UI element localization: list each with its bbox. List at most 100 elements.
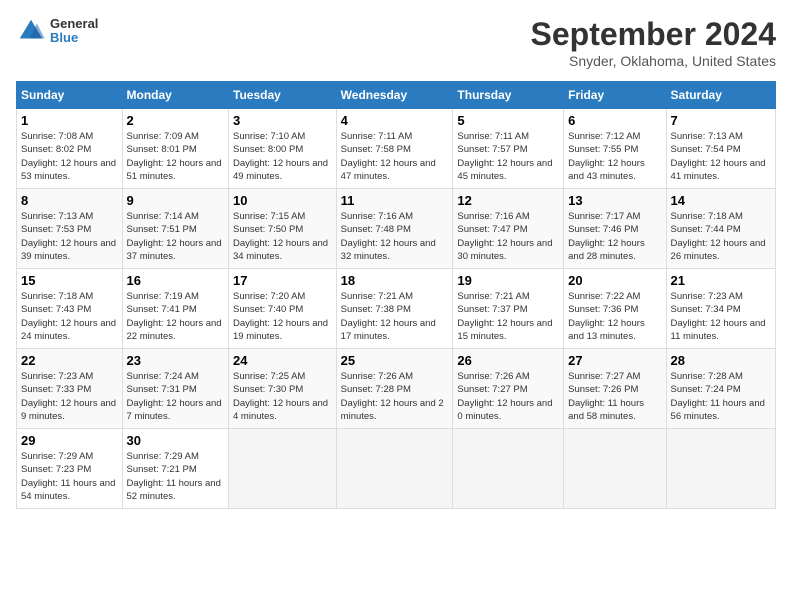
day-info: Sunrise: 7:10 AMSunset: 8:00 PMDaylight:… [233, 130, 332, 183]
day-number: 10 [233, 193, 332, 208]
day-cell: 8 Sunrise: 7:13 AMSunset: 7:53 PMDayligh… [17, 189, 123, 269]
day-info: Sunrise: 7:26 AMSunset: 7:27 PMDaylight:… [457, 370, 559, 423]
day-number: 9 [127, 193, 224, 208]
day-info: Sunrise: 7:15 AMSunset: 7:50 PMDaylight:… [233, 210, 332, 263]
day-number: 24 [233, 353, 332, 368]
day-cell: 7 Sunrise: 7:13 AMSunset: 7:54 PMDayligh… [666, 109, 775, 189]
calendar-table: Sunday Monday Tuesday Wednesday Thursday… [16, 81, 776, 509]
day-number: 15 [21, 273, 118, 288]
day-cell: 11 Sunrise: 7:16 AMSunset: 7:48 PMDaylig… [336, 189, 453, 269]
logo-blue: Blue [50, 31, 98, 45]
day-info: Sunrise: 7:29 AMSunset: 7:21 PMDaylight:… [127, 450, 224, 503]
logo-general: General [50, 17, 98, 31]
day-cell: 25 Sunrise: 7:26 AMSunset: 7:28 PMDaylig… [336, 349, 453, 429]
day-cell: 26 Sunrise: 7:26 AMSunset: 7:27 PMDaylig… [453, 349, 564, 429]
day-number: 8 [21, 193, 118, 208]
day-number: 17 [233, 273, 332, 288]
day-cell: 19 Sunrise: 7:21 AMSunset: 7:37 PMDaylig… [453, 269, 564, 349]
day-info: Sunrise: 7:21 AMSunset: 7:37 PMDaylight:… [457, 290, 559, 343]
day-info: Sunrise: 7:24 AMSunset: 7:31 PMDaylight:… [127, 370, 224, 423]
day-number: 11 [341, 193, 449, 208]
day-cell: 22 Sunrise: 7:23 AMSunset: 7:33 PMDaylig… [17, 349, 123, 429]
header-tuesday: Tuesday [229, 82, 337, 109]
day-cell: 21 Sunrise: 7:23 AMSunset: 7:34 PMDaylig… [666, 269, 775, 349]
day-info: Sunrise: 7:08 AMSunset: 8:02 PMDaylight:… [21, 130, 118, 183]
day-info: Sunrise: 7:13 AMSunset: 7:53 PMDaylight:… [21, 210, 118, 263]
day-cell: 16 Sunrise: 7:19 AMSunset: 7:41 PMDaylig… [122, 269, 228, 349]
calendar-header: Sunday Monday Tuesday Wednesday Thursday… [17, 82, 776, 109]
header-wednesday: Wednesday [336, 82, 453, 109]
header: General Blue September 2024 Snyder, Okla… [16, 16, 776, 69]
day-info: Sunrise: 7:19 AMSunset: 7:41 PMDaylight:… [127, 290, 224, 343]
title-area: September 2024 Snyder, Oklahoma, United … [531, 16, 776, 69]
day-number: 7 [671, 113, 771, 128]
day-info: Sunrise: 7:09 AMSunset: 8:01 PMDaylight:… [127, 130, 224, 183]
day-cell: 5 Sunrise: 7:11 AMSunset: 7:57 PMDayligh… [453, 109, 564, 189]
day-cell: 2 Sunrise: 7:09 AMSunset: 8:01 PMDayligh… [122, 109, 228, 189]
day-info: Sunrise: 7:26 AMSunset: 7:28 PMDaylight:… [341, 370, 449, 423]
day-info: Sunrise: 7:12 AMSunset: 7:55 PMDaylight:… [568, 130, 661, 183]
day-info: Sunrise: 7:23 AMSunset: 7:34 PMDaylight:… [671, 290, 771, 343]
logo: General Blue [16, 16, 98, 46]
day-cell: 17 Sunrise: 7:20 AMSunset: 7:40 PMDaylig… [229, 269, 337, 349]
day-number: 1 [21, 113, 118, 128]
day-cell: 9 Sunrise: 7:14 AMSunset: 7:51 PMDayligh… [122, 189, 228, 269]
day-info: Sunrise: 7:18 AMSunset: 7:43 PMDaylight:… [21, 290, 118, 343]
day-info: Sunrise: 7:28 AMSunset: 7:24 PMDaylight:… [671, 370, 771, 423]
header-saturday: Saturday [666, 82, 775, 109]
day-cell: 12 Sunrise: 7:16 AMSunset: 7:47 PMDaylig… [453, 189, 564, 269]
day-number: 29 [21, 433, 118, 448]
header-thursday: Thursday [453, 82, 564, 109]
day-info: Sunrise: 7:20 AMSunset: 7:40 PMDaylight:… [233, 290, 332, 343]
header-row: Sunday Monday Tuesday Wednesday Thursday… [17, 82, 776, 109]
day-cell [666, 429, 775, 509]
day-cell: 30 Sunrise: 7:29 AMSunset: 7:21 PMDaylig… [122, 429, 228, 509]
day-cell [229, 429, 337, 509]
day-info: Sunrise: 7:23 AMSunset: 7:33 PMDaylight:… [21, 370, 118, 423]
day-info: Sunrise: 7:21 AMSunset: 7:38 PMDaylight:… [341, 290, 449, 343]
day-info: Sunrise: 7:11 AMSunset: 7:58 PMDaylight:… [341, 130, 449, 183]
day-info: Sunrise: 7:16 AMSunset: 7:48 PMDaylight:… [341, 210, 449, 263]
day-number: 14 [671, 193, 771, 208]
day-cell: 28 Sunrise: 7:28 AMSunset: 7:24 PMDaylig… [666, 349, 775, 429]
day-number: 5 [457, 113, 559, 128]
day-cell: 20 Sunrise: 7:22 AMSunset: 7:36 PMDaylig… [564, 269, 666, 349]
header-sunday: Sunday [17, 82, 123, 109]
week-row-5: 29 Sunrise: 7:29 AMSunset: 7:23 PMDaylig… [17, 429, 776, 509]
day-cell: 15 Sunrise: 7:18 AMSunset: 7:43 PMDaylig… [17, 269, 123, 349]
day-info: Sunrise: 7:17 AMSunset: 7:46 PMDaylight:… [568, 210, 661, 263]
day-number: 27 [568, 353, 661, 368]
logo-icon [16, 16, 46, 46]
day-number: 18 [341, 273, 449, 288]
day-info: Sunrise: 7:29 AMSunset: 7:23 PMDaylight:… [21, 450, 118, 503]
day-info: Sunrise: 7:16 AMSunset: 7:47 PMDaylight:… [457, 210, 559, 263]
calendar-body: 1 Sunrise: 7:08 AMSunset: 8:02 PMDayligh… [17, 109, 776, 509]
day-info: Sunrise: 7:18 AMSunset: 7:44 PMDaylight:… [671, 210, 771, 263]
day-number: 2 [127, 113, 224, 128]
week-row-3: 15 Sunrise: 7:18 AMSunset: 7:43 PMDaylig… [17, 269, 776, 349]
day-number: 13 [568, 193, 661, 208]
day-number: 28 [671, 353, 771, 368]
day-number: 6 [568, 113, 661, 128]
day-number: 30 [127, 433, 224, 448]
day-number: 23 [127, 353, 224, 368]
day-cell: 13 Sunrise: 7:17 AMSunset: 7:46 PMDaylig… [564, 189, 666, 269]
day-number: 12 [457, 193, 559, 208]
day-cell: 10 Sunrise: 7:15 AMSunset: 7:50 PMDaylig… [229, 189, 337, 269]
day-cell: 6 Sunrise: 7:12 AMSunset: 7:55 PMDayligh… [564, 109, 666, 189]
day-cell: 23 Sunrise: 7:24 AMSunset: 7:31 PMDaylig… [122, 349, 228, 429]
day-number: 19 [457, 273, 559, 288]
day-cell [336, 429, 453, 509]
day-info: Sunrise: 7:27 AMSunset: 7:26 PMDaylight:… [568, 370, 661, 423]
day-cell: 1 Sunrise: 7:08 AMSunset: 8:02 PMDayligh… [17, 109, 123, 189]
day-cell: 24 Sunrise: 7:25 AMSunset: 7:30 PMDaylig… [229, 349, 337, 429]
day-cell: 18 Sunrise: 7:21 AMSunset: 7:38 PMDaylig… [336, 269, 453, 349]
week-row-2: 8 Sunrise: 7:13 AMSunset: 7:53 PMDayligh… [17, 189, 776, 269]
day-cell: 27 Sunrise: 7:27 AMSunset: 7:26 PMDaylig… [564, 349, 666, 429]
week-row-4: 22 Sunrise: 7:23 AMSunset: 7:33 PMDaylig… [17, 349, 776, 429]
day-cell: 29 Sunrise: 7:29 AMSunset: 7:23 PMDaylig… [17, 429, 123, 509]
day-cell [564, 429, 666, 509]
day-cell: 3 Sunrise: 7:10 AMSunset: 8:00 PMDayligh… [229, 109, 337, 189]
day-cell [453, 429, 564, 509]
day-number: 21 [671, 273, 771, 288]
